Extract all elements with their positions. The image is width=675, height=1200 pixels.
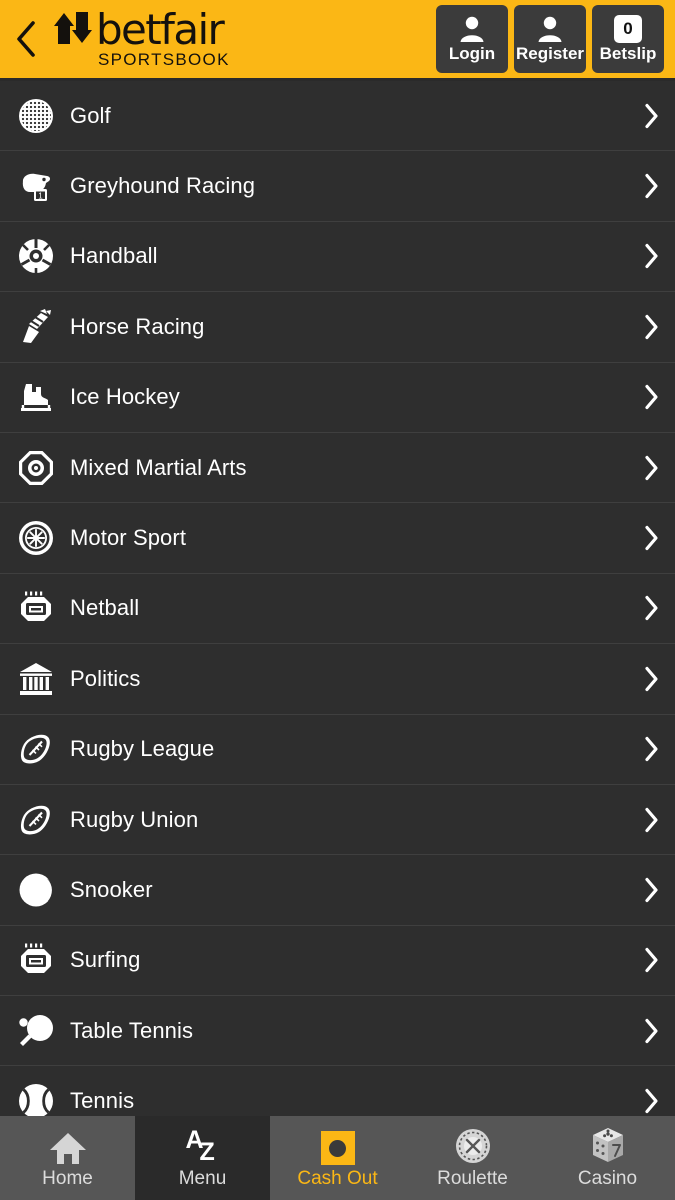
nav-label-roulette: Roulette [437,1168,508,1189]
chevron-right-icon [644,173,659,199]
chevron-right-icon [644,243,659,269]
cashout-icon [320,1127,355,1165]
sport-row[interactable]: Rugby League [0,714,675,785]
a-z-icon: AZ [185,1126,215,1166]
rugby-ball-icon [6,801,66,839]
bottom-nav: Home AZ Menu Cash Out Roulette Casino [0,1116,675,1200]
betfair-logo[interactable]: betfair SPORTSBOOK [54,5,230,69]
betslip-button[interactable]: 0 Betslip [592,5,664,73]
sport-row[interactable]: Table Tennis [0,996,675,1067]
header-actions: Login Register 0 Betslip [436,5,675,73]
chevron-left-icon [17,21,35,57]
chevron-right-icon [644,736,659,762]
nav-item-home[interactable]: Home [0,1116,135,1200]
sport-row-label: Netball [70,595,140,621]
ice-skate-icon [6,378,66,416]
nav-group-right: Cash Out Roulette Casino [270,1116,675,1200]
horse-racing-icon [6,308,66,346]
sport-row[interactable]: Netball [0,573,675,645]
handball-ball-icon [6,237,66,275]
sport-row[interactable]: Snooker [0,855,675,926]
chevron-right-icon [644,807,659,833]
nav-label-home: Home [42,1168,93,1189]
betfair-arrows-icon [54,12,92,44]
sport-row[interactable]: Golf [0,81,675,152]
dice-icon [588,1127,628,1165]
chevron-right-icon [644,384,659,410]
betslip-label: Betslip [599,44,657,63]
chevron-right-icon [644,666,659,692]
sport-row-label: Golf [70,102,111,128]
nav-item-menu[interactable]: AZ Menu [135,1116,270,1200]
casino-chip-icon [454,1127,492,1165]
sport-row-label: Handball [70,243,158,269]
sport-row-label: Greyhound Racing [70,173,256,199]
brand-wordmark: betfair [96,5,225,54]
login-button[interactable]: Login [436,5,508,73]
chevron-right-icon [644,525,659,551]
sport-row-label: Surfing [70,947,141,973]
sport-row[interactable]: Ice Hockey [0,362,675,433]
chevron-right-icon [644,103,659,129]
sport-row[interactable]: Mixed Martial Arts [0,432,675,504]
sport-row-label: Tennis [70,1088,135,1114]
wheel-icon [6,519,66,557]
greyhound-dog-icon: 1 [6,167,66,205]
chevron-right-icon [644,877,659,903]
nav-label-casino: Casino [577,1168,638,1189]
chevron-right-icon [644,314,659,340]
sport-row-label: Horse Racing [70,313,205,339]
sport-row[interactable]: Rugby Union [0,784,675,856]
person-icon [538,16,562,42]
sport-row-label: Mixed Martial Arts [70,454,247,480]
sport-row[interactable]: Horse Racing [0,292,675,363]
nav-item-casino[interactable]: Casino [540,1116,675,1200]
nav-item-cash-out[interactable]: Cash Out [270,1116,405,1200]
tennis-ball-icon [6,1082,66,1116]
sport-row-label: Rugby League [70,736,215,762]
betslip-count-badge: 0 [614,15,642,43]
parliament-building-icon [6,660,66,698]
brand-subtitle: SPORTSBOOK [98,50,230,69]
svg-text:1: 1 [38,192,43,201]
rugby-ball-icon [6,730,66,768]
sport-row[interactable]: Tennis [0,1066,675,1116]
chevron-right-icon [644,1088,659,1114]
sport-row[interactable]: Handball [0,221,675,293]
sport-row-label: Motor Sport [70,525,187,551]
golf-ball-icon [6,97,66,135]
nav-label-menu: Menu [178,1168,227,1189]
mma-octagon-icon [6,449,66,487]
sport-row-label: Table Tennis [70,1017,194,1043]
sport-row-label: Politics [70,665,141,691]
app-header: betfair SPORTSBOOK Login Register 0 Bets… [0,0,675,81]
snooker-ball-icon [6,871,66,909]
person-icon [460,16,484,42]
sport-row-label: Rugby Union [70,806,199,832]
chevron-right-icon [644,455,659,481]
chevron-right-icon [644,595,659,621]
sport-row[interactable]: 1 Greyhound Racing [0,151,675,222]
app-root: betfair SPORTSBOOK Login Register 0 Bets… [0,0,675,1200]
nav-label-cash-out: Cash Out [297,1168,378,1189]
chevron-right-icon [644,947,659,973]
netball-court-icon [6,589,66,627]
sport-row[interactable]: Motor Sport [0,503,675,574]
sport-row[interactable]: Surfing [0,925,675,997]
login-label: Login [448,44,496,63]
sports-list[interactable]: Golf 1 Greyhound Racing Handball Horse Racin… [0,81,675,1116]
home-icon [49,1127,87,1165]
register-label: Register [515,44,585,63]
chevron-right-icon [644,1018,659,1044]
surf-icon [6,941,66,979]
nav-item-roulette[interactable]: Roulette [405,1116,540,1200]
sport-row-label: Ice Hockey [70,384,180,410]
sport-row-label: Snooker [70,876,153,902]
register-button[interactable]: Register [514,5,586,73]
table-tennis-paddle-icon [6,1012,66,1050]
back-button[interactable] [0,0,52,80]
sport-row[interactable]: Politics [0,644,675,715]
